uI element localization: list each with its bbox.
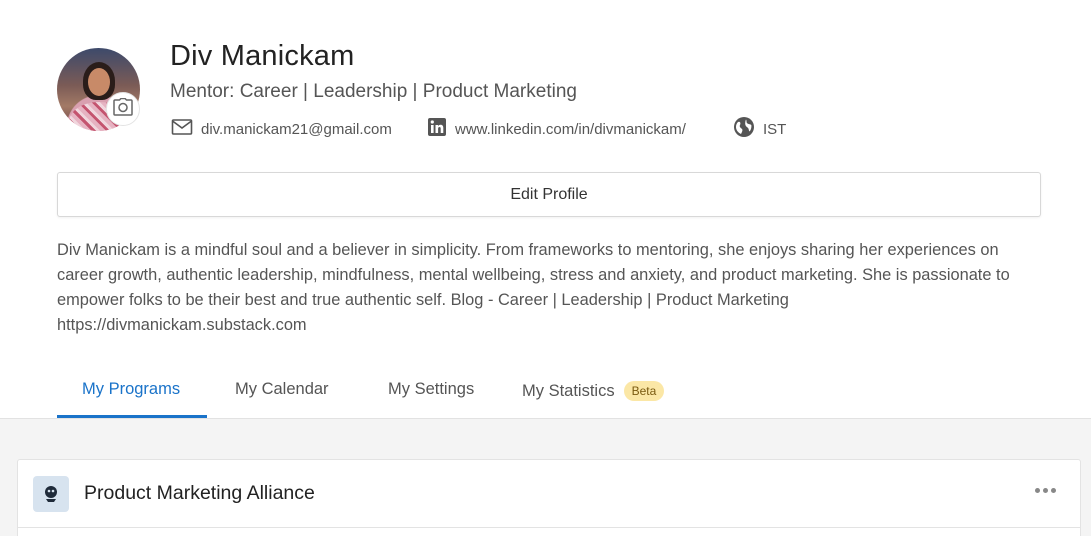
contact-timezone: IST — [733, 116, 787, 142]
profile-name: Div Manickam — [170, 40, 355, 72]
tab-label: My Programs — [82, 379, 181, 398]
avatar-face — [88, 68, 110, 96]
email-text: div.manickam21@gmail.com — [201, 120, 392, 138]
profile-title: Mentor: Career | Leadership | Product Ma… — [170, 81, 577, 102]
tab-my-statistics[interactable]: My Statistics Beta — [522, 362, 665, 420]
programs-panel: Product Marketing Alliance — [0, 419, 1091, 536]
more-horizontal-icon[interactable] — [1033, 484, 1058, 497]
linkedin-icon — [427, 117, 447, 141]
globe-icon — [733, 116, 755, 142]
program-logo — [33, 476, 69, 512]
tab-my-programs[interactable]: My Programs — [82, 360, 180, 418]
tab-my-settings[interactable]: My Settings — [388, 360, 474, 418]
profile-page: Div Manickam Mentor: Career | Leadership… — [0, 0, 1091, 536]
tab-my-calendar[interactable]: My Calendar — [235, 360, 329, 418]
profile-bio: Div Manickam is a mindful soul and a bel… — [57, 241, 1010, 334]
edit-profile-button[interactable]: Edit Profile — [57, 172, 1041, 217]
camera-icon — [113, 97, 133, 121]
program-card[interactable]: Product Marketing Alliance — [17, 459, 1081, 536]
mail-icon — [171, 118, 193, 140]
program-card-header: Product Marketing Alliance — [18, 460, 1080, 528]
tab-label: My Statistics — [522, 381, 615, 400]
tab-label: My Settings — [388, 379, 475, 398]
profile-tabs: My Programs My Calendar My Settings My S… — [0, 360, 1091, 419]
tab-label: My Calendar — [235, 379, 329, 398]
contact-linkedin[interactable]: www.linkedin.com/in/divmanickam/ — [427, 118, 686, 140]
timezone-text: IST — [763, 120, 787, 138]
active-tab-indicator — [57, 415, 207, 418]
contact-email[interactable]: div.manickam21@gmail.com — [171, 118, 392, 140]
program-title: Product Marketing Alliance — [84, 482, 315, 504]
beta-badge: Beta — [623, 381, 665, 401]
linkedin-text: www.linkedin.com/in/divmanickam/ — [455, 120, 686, 138]
change-photo-button[interactable] — [106, 92, 140, 126]
